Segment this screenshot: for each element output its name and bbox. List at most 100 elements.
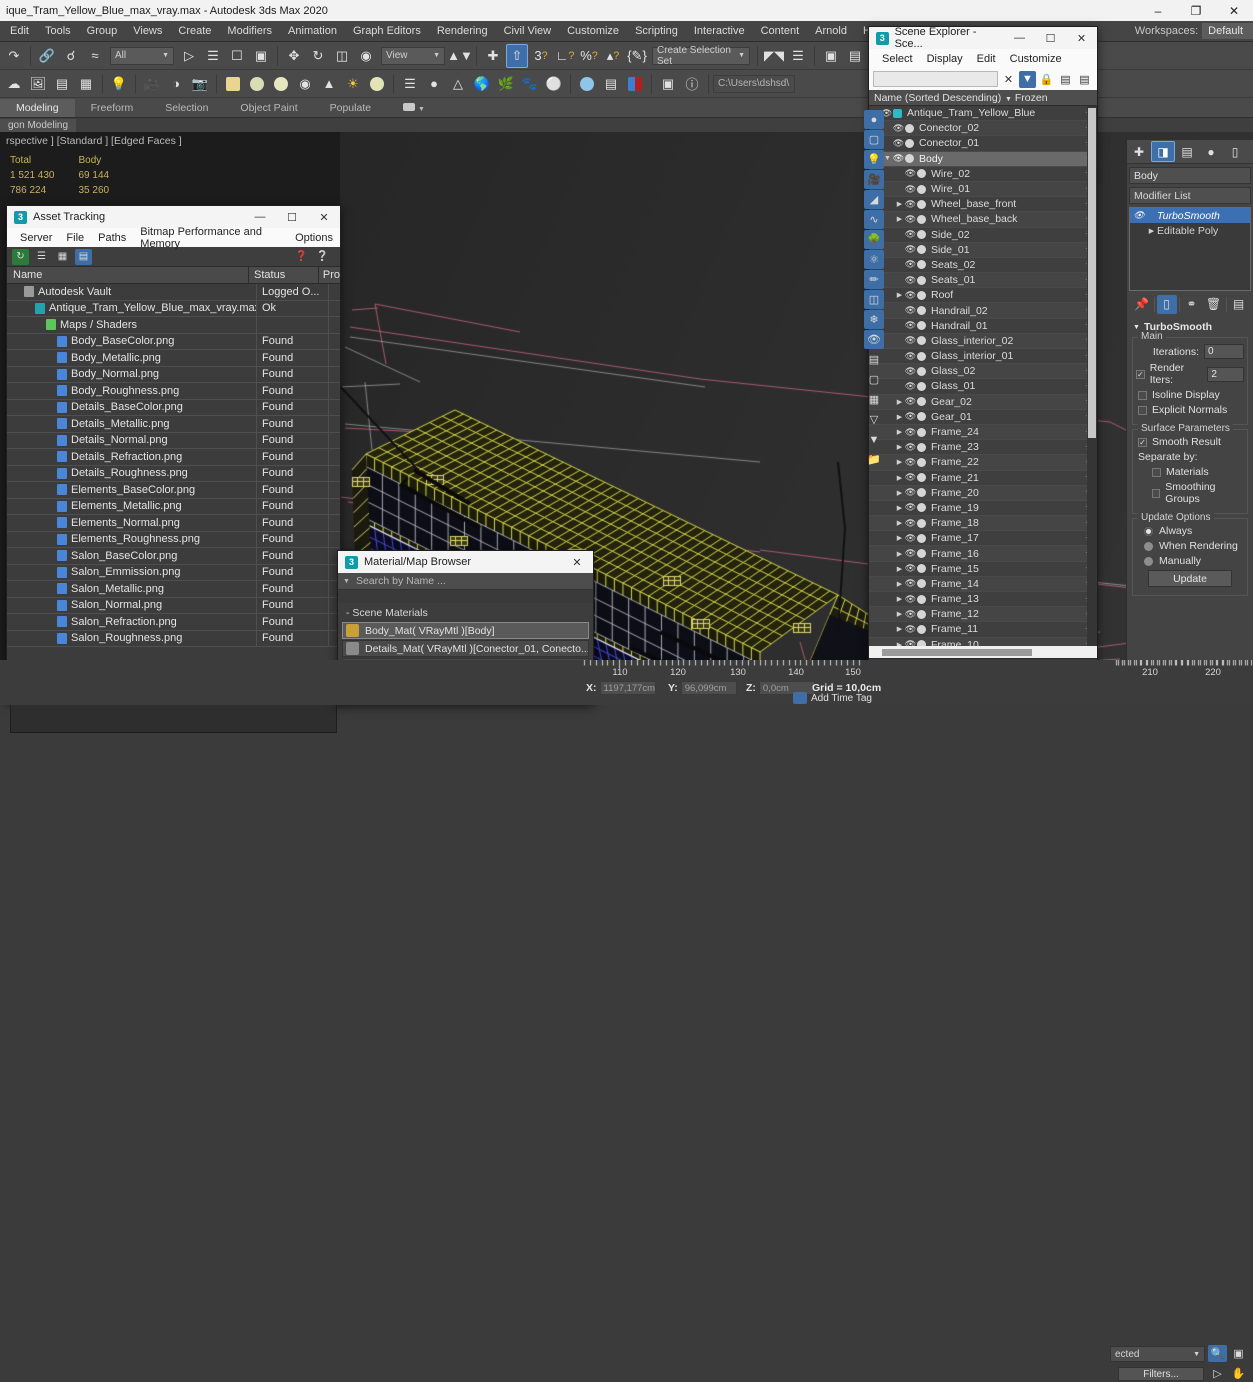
menu-item-scripting[interactable]: Scripting	[627, 23, 686, 39]
asset-menu-bitmap-performance-and-memory[interactable]: Bitmap Performance and Memory	[133, 225, 288, 251]
menu-item-rendering[interactable]: Rendering	[429, 23, 496, 39]
render-frame-window-icon[interactable]: 🖼	[27, 72, 49, 96]
eye-icon[interactable]: 👁	[904, 275, 917, 286]
minimize-icon[interactable]: –	[1139, 0, 1177, 21]
vray-light-sphere-icon[interactable]	[576, 72, 598, 96]
vray-frame-icon[interactable]	[624, 72, 646, 96]
scene-node-row[interactable]: 👁Seats_01✳	[869, 273, 1097, 289]
eye-icon[interactable]: 👁	[904, 487, 917, 498]
refresh-assets-icon[interactable]: ↻	[12, 248, 29, 265]
scene-node-row[interactable]: 👁Handrail_01✳	[869, 319, 1097, 334]
scene-menu-display[interactable]: Display	[920, 52, 970, 66]
scene-node-row[interactable]: 👁Seats_02✳	[869, 258, 1097, 274]
asset-row[interactable]: Body_Normal.png Found	[7, 366, 340, 383]
scene-explorer-tree[interactable]: ▼👁Antique_Tram_Yellow_Blue✳👁Conector_02✳…	[869, 106, 1097, 646]
scene-explorer-maximize-icon[interactable]: ☐	[1035, 27, 1066, 49]
eye-icon[interactable]: 👁	[904, 199, 917, 210]
scene-explorer-horizontal-scrollbar[interactable]	[869, 646, 1097, 658]
select-and-move-icon[interactable]: ✥	[283, 44, 305, 68]
scene-node-row[interactable]: ▶👁Wheel_base_back✳	[869, 212, 1097, 228]
menu-item-customize[interactable]: Customize	[559, 23, 627, 39]
update-manually-radio[interactable]: Manually	[1144, 555, 1244, 567]
chevron-right-icon[interactable]: ▶	[895, 534, 904, 542]
scene-node-row[interactable]: ▶👁Frame_10✳	[869, 637, 1097, 646]
scene-node-row[interactable]: ▶👁Frame_20✳	[869, 485, 1097, 501]
workspaces-dropdown[interactable]: Default	[1202, 23, 1253, 39]
lock-icon[interactable]: 🔒	[1038, 71, 1055, 88]
menu-item-edit[interactable]: Edit	[2, 23, 37, 39]
chevron-right-icon[interactable]: ▶	[1146, 227, 1157, 235]
asset-row[interactable]: Elements_Normal.png Found	[7, 515, 340, 532]
scene-node-row[interactable]: 👁Wire_02✳	[869, 167, 1097, 182]
scene-node-row[interactable]: ▶👁Frame_15✳	[869, 562, 1097, 577]
asset-menu-paths[interactable]: Paths	[91, 231, 133, 245]
light-lister-icon[interactable]: ◑	[165, 72, 187, 96]
snaps-toggle-icon[interactable]: ✚	[482, 44, 504, 68]
asset-row[interactable]: Details_Roughness.png Found	[7, 465, 340, 482]
menu-item-civil-view[interactable]: Civil View	[496, 23, 559, 39]
box-primitive-icon[interactable]	[222, 72, 244, 96]
scene-node-row[interactable]: ▶👁Frame_11✳	[869, 622, 1097, 638]
scene-node-row[interactable]: ▼👁Antique_Tram_Yellow_Blue✳	[869, 106, 1097, 122]
eye-icon[interactable]: 👁	[904, 229, 917, 240]
object-name-field[interactable]: Body	[1129, 167, 1251, 184]
chevron-right-icon[interactable]: ▶	[895, 610, 904, 618]
scene-node-row[interactable]: ▶👁Gear_02✳	[869, 394, 1097, 410]
select-and-link-icon[interactable]: 🔗	[36, 44, 58, 68]
remove-modifier-icon[interactable]: 🗑	[1204, 295, 1224, 314]
chevron-right-icon[interactable]: ▶	[895, 595, 904, 603]
eye-icon[interactable]: 👁	[904, 244, 917, 255]
filter-containers-icon[interactable]: ◫	[864, 290, 884, 309]
command-panel[interactable]: ✚ ◨ ▤ ● ▯ Body Modifier List 👁 TurboSmoot…	[1126, 140, 1253, 660]
cone-primitive-icon[interactable]: ▲	[318, 72, 340, 96]
scene-node-row[interactable]: ▶👁Frame_21✳	[869, 471, 1097, 486]
modifier-enable-icon[interactable]: 👁	[1132, 210, 1146, 221]
scene-node-row[interactable]: ▶👁Roof✳	[869, 288, 1097, 304]
fur-object-icon[interactable]: 🐾	[519, 72, 541, 96]
light-icon[interactable]: 💡	[108, 72, 130, 96]
menu-item-animation[interactable]: Animation	[280, 23, 345, 39]
scene-menu-customize[interactable]: Customize	[1003, 52, 1069, 66]
asset-row[interactable]: Elements_Roughness.png Found	[7, 531, 340, 548]
vray-render-icon[interactable]: ▣	[657, 72, 679, 96]
scene-node-row[interactable]: 👁Glass_interior_02✳	[869, 333, 1097, 349]
scene-node-row[interactable]: ▶👁Gear_01✳	[869, 410, 1097, 425]
foliage-icon[interactable]: 🌿	[495, 72, 517, 96]
filter-helpers-icon[interactable]: ◢	[864, 190, 884, 209]
configure-modifier-sets-icon[interactable]: ▤	[1229, 295, 1249, 314]
filter-geometry-icon[interactable]: ●	[864, 110, 884, 129]
asset-row[interactable]: Body_Roughness.png Found	[7, 383, 340, 400]
menu-item-graph-editors[interactable]: Graph Editors	[345, 23, 429, 39]
asset-row[interactable]: Elements_BaseColor.png Found	[7, 482, 340, 499]
chevron-right-icon[interactable]: ▶	[895, 504, 904, 512]
selection-status-dropdown[interactable]: ected ▼	[1110, 1346, 1205, 1362]
eye-icon[interactable]: 👁	[892, 123, 905, 134]
list-view-icon[interactable]: ☰	[33, 249, 50, 265]
scene-node-row[interactable]: ▶👁Frame_18✳	[869, 516, 1097, 532]
column-name[interactable]: Name (Sorted Descending)	[869, 92, 1005, 104]
eye-icon[interactable]: 👁	[904, 609, 917, 620]
eye-icon[interactable]: 👁	[904, 381, 917, 392]
vray-material-icon[interactable]: ▤	[600, 72, 622, 96]
edit-named-selection-sets-icon[interactable]: {✎}	[626, 44, 648, 68]
help-icon[interactable]: ⓘ	[681, 72, 703, 96]
select-and-rotate-icon[interactable]: ↻	[307, 44, 329, 68]
eye-icon[interactable]: 👁	[904, 548, 917, 559]
eye-icon[interactable]: 👁	[904, 639, 917, 646]
tab-motion[interactable]: ●	[1199, 141, 1223, 162]
settings-assets-icon[interactable]: ❔	[314, 249, 331, 265]
asset-row[interactable]: Salon_Normal.png Found	[7, 597, 340, 614]
asset-row[interactable]: Autodesk Vault Logged O...	[7, 284, 340, 301]
menu-item-tools[interactable]: Tools	[37, 23, 79, 39]
asset-col-status[interactable]: Status	[249, 267, 319, 283]
scene-node-row[interactable]: ▶👁Frame_24✳	[869, 424, 1097, 441]
environment-icon[interactable]: 🌎	[471, 72, 493, 96]
eye-icon[interactable]: 👁	[892, 153, 905, 164]
scene-explorer-vertical-scrollbar[interactable]	[1087, 106, 1097, 646]
filter-lights-icon[interactable]: 💡	[864, 150, 884, 169]
material-search-bar[interactable]: ▼ Search by Name ...	[338, 573, 593, 590]
vray-frame-buffer-icon[interactable]: 📷	[189, 72, 211, 96]
modifier-list-dropdown[interactable]: Modifier List	[1129, 187, 1251, 204]
menu-item-modifiers[interactable]: Modifiers	[219, 23, 280, 39]
asset-tracking-close-icon[interactable]: ✕	[308, 206, 340, 228]
